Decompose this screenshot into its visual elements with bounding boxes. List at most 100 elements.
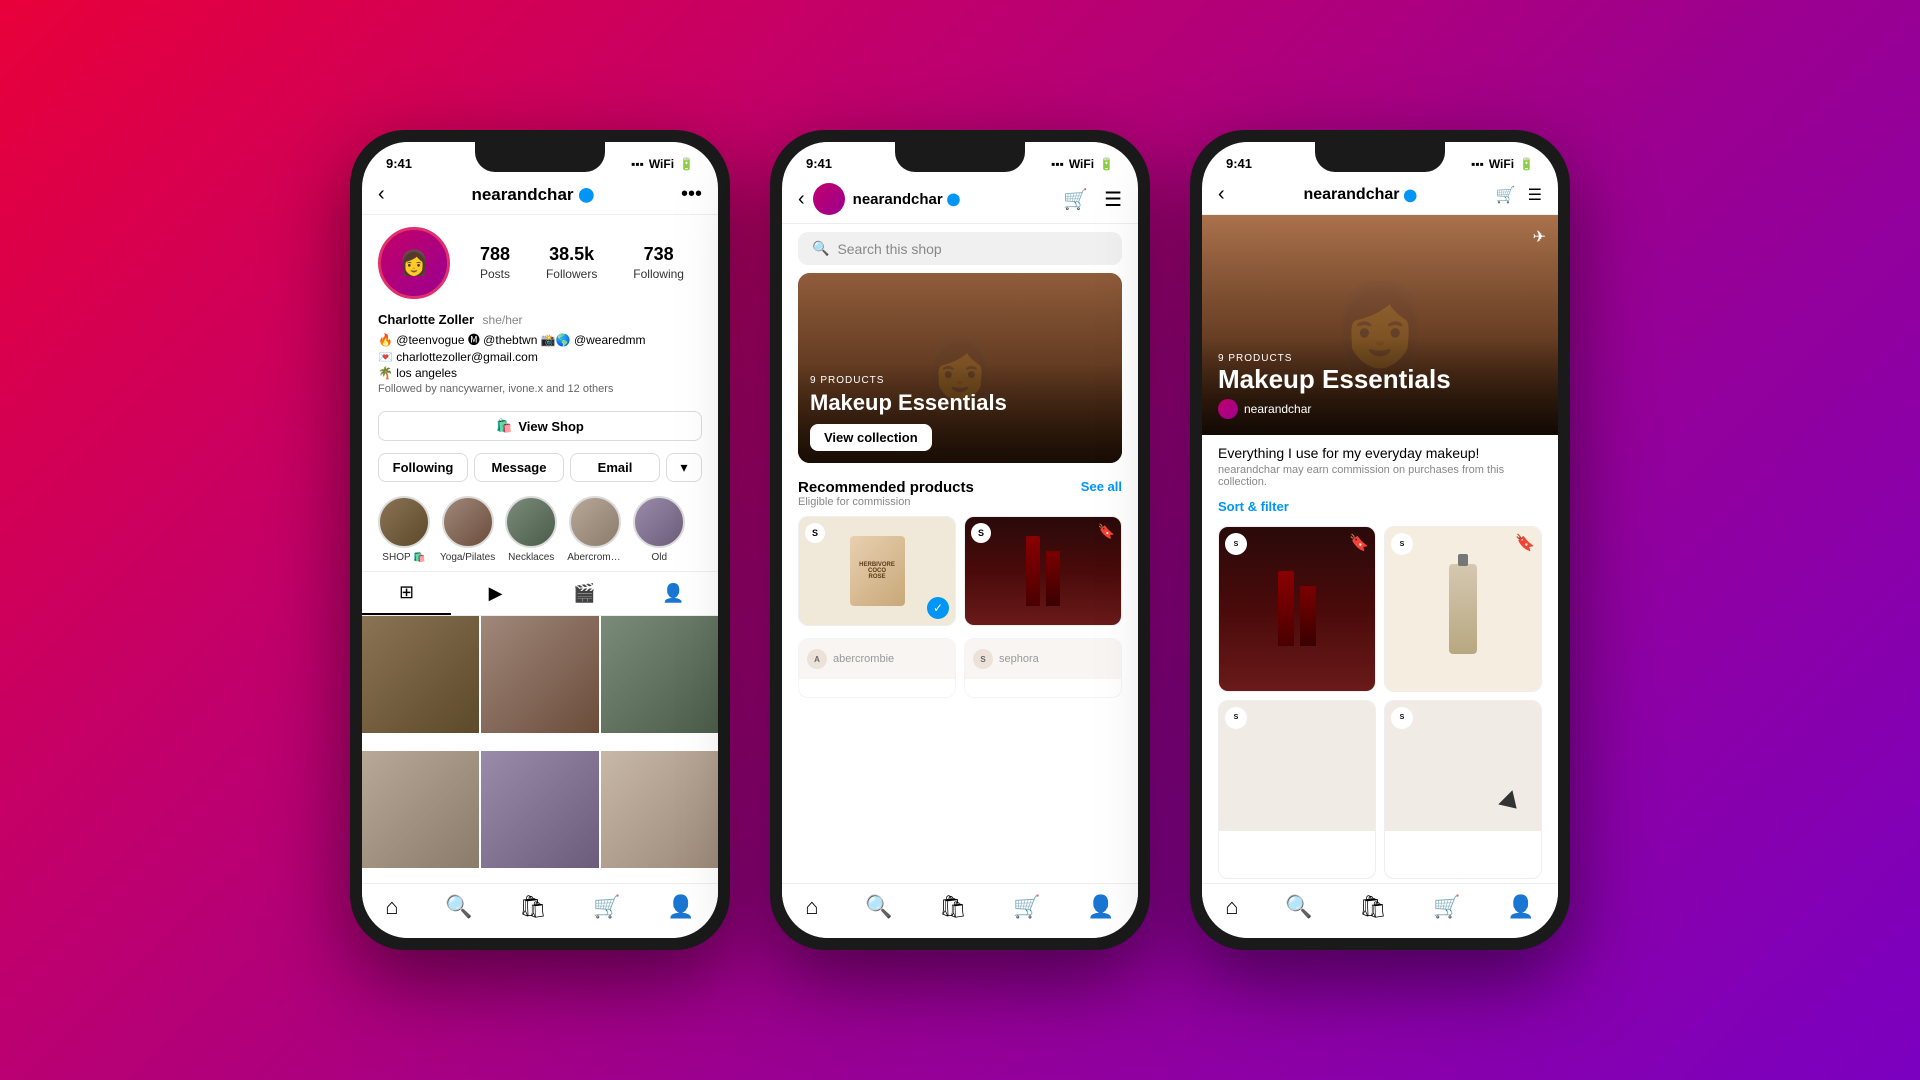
tab-grid[interactable]: ⊞ (362, 572, 451, 615)
email-button[interactable]: Email (570, 453, 660, 482)
back-button-3[interactable]: ‹ (1218, 183, 1225, 206)
cc-cream-tube (1449, 564, 1477, 654)
tab-video[interactable]: 🎬 (540, 572, 629, 615)
wifi-icon-2: WiFi (1069, 157, 1094, 171)
sort-filter-button[interactable]: Sort & filter (1218, 499, 1289, 514)
grid-product-4[interactable]: S (1384, 700, 1542, 880)
nav-search-3[interactable]: 🔍 (1285, 894, 1312, 920)
tab-reels[interactable]: ▶ (451, 572, 540, 615)
nav-cart-3[interactable]: 🛒 (1433, 894, 1460, 920)
cart-icon-2[interactable]: 🛒 (1063, 187, 1088, 212)
message-button[interactable]: Message (474, 453, 564, 482)
bio-name-line: Charlotte Zoller she/her (378, 311, 702, 329)
status-icons-3: ▪▪▪ WiFi 🔋 (1471, 157, 1534, 171)
bookmark-icon-g2[interactable]: 🔖 (1515, 533, 1535, 553)
nav-cart-1[interactable]: 🛒 (593, 894, 620, 920)
products-row: S HERBIVORECOCOROSE ✓ Herbivore Coco Ros… (782, 512, 1138, 630)
followers-stat[interactable]: 38.5k Followers (546, 244, 597, 283)
view-shop-button[interactable]: 🛍️ View Shop (378, 411, 702, 441)
see-all-button[interactable]: See all (1081, 479, 1122, 494)
sephora-label-4: sephora (999, 653, 1039, 665)
grid-product-3[interactable]: S (1218, 700, 1376, 880)
story-item-old[interactable]: Old (633, 496, 685, 563)
following-stat[interactable]: 738 Following (633, 244, 684, 283)
nav-shop-3[interactable]: 🛍 (1359, 894, 1387, 920)
grid-photo-1[interactable] (362, 616, 479, 733)
product-card-4[interactable]: S sephora (964, 638, 1122, 698)
grid-photo-5[interactable] (481, 751, 598, 868)
product-card-1[interactable]: S HERBIVORECOCOROSE ✓ Herbivore Coco Ros… (798, 516, 956, 626)
story-label-old: Old (651, 552, 667, 563)
more-options-button[interactable]: ••• (681, 183, 702, 206)
back-button[interactable]: ‹ (378, 183, 385, 206)
nav-shop-2[interactable]: 🛍 (939, 894, 967, 920)
nav-home-2[interactable]: ⌂ (805, 894, 818, 920)
menu-icon-2[interactable]: ☰ (1104, 187, 1122, 212)
sephora-badge-4: S (973, 649, 993, 669)
cursor-indicator (1498, 790, 1523, 815)
seller-badge-g3: S (1225, 707, 1247, 729)
story-item-shop[interactable]: SHOP 🛍️ (378, 496, 430, 563)
shop-header-icons: 🛒 ☰ (1063, 187, 1122, 212)
menu-icon-3[interactable]: ☰ (1528, 185, 1542, 205)
following-button[interactable]: Following (378, 453, 468, 482)
shop-header-left: ‹ nearandchar ⬤ (798, 183, 960, 215)
profile-avatar[interactable]: 👩 (378, 227, 450, 299)
share-icon[interactable]: ✈ (1533, 227, 1546, 247)
back-button-2[interactable]: ‹ (798, 188, 805, 211)
hero-tag: 9 PRODUCTS (1218, 353, 1542, 364)
profile-nav-header: ‹ nearandchar ⬤ ••• (362, 175, 718, 215)
nav-home-3[interactable]: ⌂ (1225, 894, 1238, 920)
product-card-2[interactable]: S 🔖 HUDA BEAUTY Powe... $25 (964, 516, 1122, 626)
collection-username: nearandchar ⬤ (1303, 186, 1416, 204)
nav-profile-1[interactable]: 👤 (667, 894, 694, 920)
lipstick-g1 (1278, 571, 1294, 646)
lipstick-1 (1026, 536, 1040, 606)
story-item-abercrombie[interactable]: Abercrombie (567, 496, 623, 563)
following-count: 738 (633, 244, 684, 265)
nav-search-1[interactable]: 🔍 (445, 894, 472, 920)
bookmark-icon-g1[interactable]: 🔖 (1349, 533, 1369, 553)
product-img-2: S 🔖 (965, 517, 1121, 625)
collection-banner[interactable]: 👩 9 PRODUCTS Makeup Essentials View coll… (798, 273, 1122, 463)
story-item-yoga[interactable]: Yoga/Pilates (440, 496, 495, 563)
time-2: 9:41 (806, 156, 832, 171)
nav-profile-2[interactable]: 👤 (1087, 894, 1114, 920)
desc-sub: nearandchar may earn commission on purch… (1218, 464, 1542, 488)
cart-icon-3[interactable]: 🛒 (1496, 185, 1516, 205)
verified-icon-1: ✓ (927, 597, 949, 619)
verified-badge-2: ⬤ (947, 192, 960, 206)
product-card-3[interactable]: A abercrombie (798, 638, 956, 698)
dropdown-button[interactable]: ▾ (666, 453, 702, 482)
posts-stat[interactable]: 788 Posts (480, 244, 510, 283)
nav-profile-3[interactable]: 👤 (1507, 894, 1534, 920)
grid-photo-3[interactable] (601, 616, 718, 733)
coco-rose-visual: HERBIVORECOCOROSE (850, 536, 905, 606)
grid-img-2: S 🔖 (1385, 527, 1541, 691)
grid-product-1[interactable]: S 🔖 HUDA BEAUTY Powe... $25 (1218, 526, 1376, 692)
nav-home-1[interactable]: ⌂ (385, 894, 398, 920)
bio-pronouns: she/her (483, 313, 523, 327)
grid-product-2[interactable]: S 🔖 IT Cosmetics CC+ Crea... $39.50 (1384, 526, 1542, 692)
grid-photo-6[interactable] (601, 751, 718, 868)
bookmark-icon-2[interactable]: 🔖 (1098, 523, 1115, 540)
collection-nav-header: ‹ nearandchar ⬤ 🛒 ☰ (1202, 175, 1558, 215)
grid-img-3: S (1219, 701, 1375, 831)
stories-row: SHOP 🛍️ Yoga/Pilates Necklaces Abercromb… (362, 488, 718, 571)
seller-badge-g2: S (1391, 533, 1413, 555)
grid-photo-2[interactable] (481, 616, 598, 733)
phone-1-profile: 9:41 ▪▪▪ WiFi 🔋 ‹ nearandchar ⬤ ••• 👩 (350, 130, 730, 950)
view-collection-button[interactable]: View collection (810, 424, 932, 451)
search-bar[interactable]: 🔍 Search this shop (798, 232, 1122, 265)
profile-stats-row: 👩 788 Posts 38.5k Followers 738 Followin… (362, 215, 718, 311)
nav-cart-2[interactable]: 🛒 (1013, 894, 1040, 920)
nav-shop-1[interactable]: 🛍 (519, 894, 547, 920)
action-buttons-row: Following Message Email ▾ (362, 447, 718, 488)
story-item-necklaces[interactable]: Necklaces (505, 496, 557, 563)
nav-search-2[interactable]: 🔍 (865, 894, 892, 920)
seller-badge-1: S (805, 523, 825, 543)
hero-creator-name: nearandchar (1244, 402, 1311, 416)
tab-tagged[interactable]: 👤 (629, 572, 718, 615)
grid-photo-4[interactable] (362, 751, 479, 868)
story-avatar-yoga (442, 496, 494, 548)
